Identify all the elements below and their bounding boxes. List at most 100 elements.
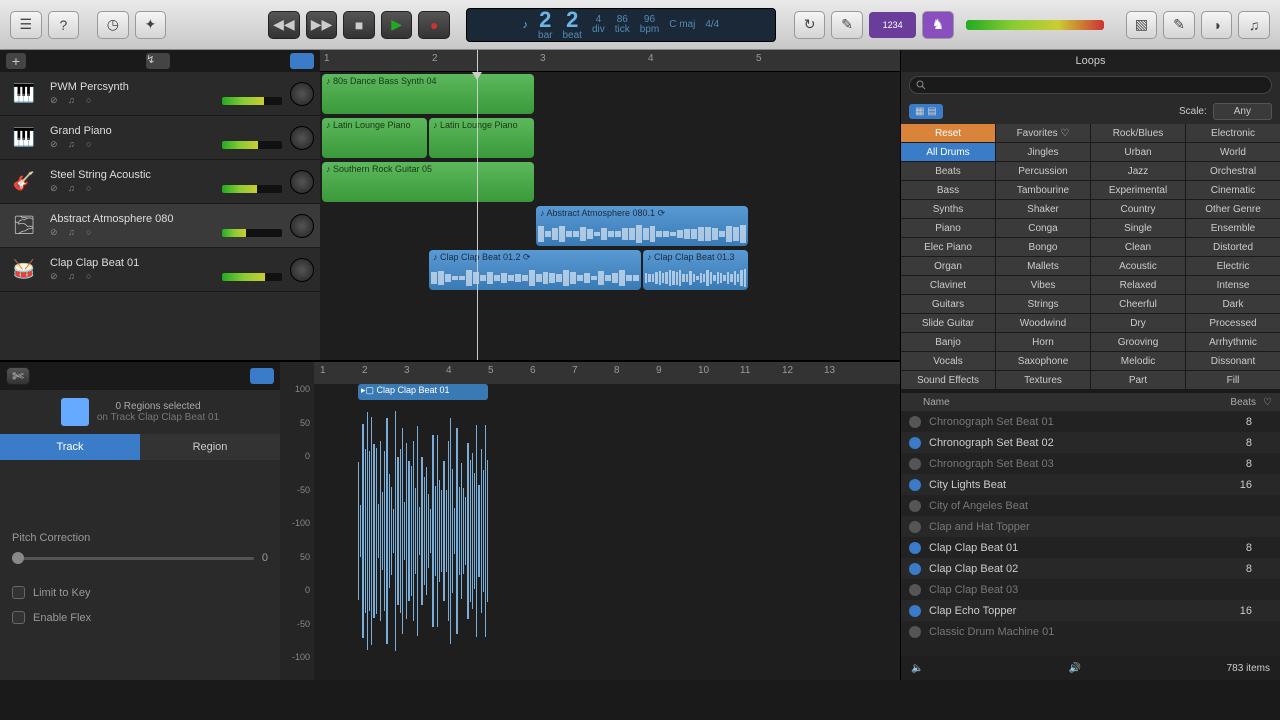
- loop-tag[interactable]: Beats: [901, 162, 995, 180]
- forward-button[interactable]: ▶▶: [306, 11, 338, 39]
- loop-tag[interactable]: Cinematic: [1186, 181, 1280, 199]
- loop-tag[interactable]: Grooving: [1091, 333, 1185, 351]
- play-button[interactable]: ▶: [381, 11, 413, 39]
- track-row[interactable]: 🎹 PWM Percsynth ⊘ ♫ ○: [0, 72, 320, 116]
- enable-flex-checkbox[interactable]: [12, 611, 25, 624]
- loop-tag[interactable]: Arrhythmic: [1186, 333, 1280, 351]
- region[interactable]: ♪ Abstract Atmosphere 080.1 ⟳: [536, 206, 748, 246]
- limit-to-key-checkbox[interactable]: [12, 586, 25, 599]
- loop-tag[interactable]: Melodic: [1091, 352, 1185, 370]
- mute-button[interactable]: ⊘: [50, 271, 64, 283]
- loop-tag[interactable]: Single: [1091, 219, 1185, 237]
- loops-search-input[interactable]: [909, 76, 1272, 94]
- cycle-button[interactable]: ↻: [794, 11, 826, 39]
- loop-list-item[interactable]: Clap Clap Beat 02 8: [901, 558, 1280, 579]
- input-monitor-button[interactable]: ○: [86, 271, 100, 283]
- loop-tag[interactable]: Piano: [901, 219, 995, 237]
- loop-tag[interactable]: Dissonant: [1186, 352, 1280, 370]
- solo-button[interactable]: ♫: [68, 183, 82, 195]
- timeline-ruler[interactable]: 12345: [320, 50, 900, 72]
- tab-region[interactable]: Region: [140, 434, 280, 460]
- region[interactable]: ♪ Clap Clap Beat 01.2 ⟳: [429, 250, 641, 290]
- loop-tag[interactable]: Sound Effects: [901, 371, 995, 389]
- loops-results-list[interactable]: Chronograph Set Beat 01 8 Chronograph Se…: [901, 411, 1280, 656]
- loop-tag[interactable]: Distorted: [1186, 238, 1280, 256]
- loop-tag[interactable]: Urban: [1091, 143, 1185, 161]
- input-monitor-button[interactable]: ○: [86, 227, 100, 239]
- list-header-beats[interactable]: Beats: [1230, 397, 1256, 408]
- loop-tag[interactable]: Jingles: [996, 143, 1090, 161]
- loop-tag[interactable]: Ensemble: [1186, 219, 1280, 237]
- input-monitor-button[interactable]: ○: [86, 139, 100, 151]
- track-row[interactable]: 🎸 Steel String Acoustic ⊘ ♫ ○: [0, 160, 320, 204]
- loop-tag[interactable]: Processed: [1186, 314, 1280, 332]
- region[interactable]: ♪ 80s Dance Bass Synth 04: [322, 74, 534, 114]
- mute-button[interactable]: ⊘: [50, 227, 64, 239]
- pitch-correction-slider[interactable]: [12, 557, 254, 560]
- solo-button[interactable]: ♫: [68, 95, 82, 107]
- list-header-name[interactable]: Name: [923, 397, 1230, 408]
- mute-button[interactable]: ⊘: [50, 183, 64, 195]
- loops-button[interactable]: ◑: [1201, 11, 1233, 39]
- pan-knob[interactable]: [290, 82, 314, 106]
- loop-tag[interactable]: Woodwind: [996, 314, 1090, 332]
- loop-tag[interactable]: Synths: [901, 200, 995, 218]
- loop-tag[interactable]: Mallets: [996, 257, 1090, 275]
- loop-tag[interactable]: Electronic: [1186, 124, 1280, 142]
- mute-button[interactable]: ⊘: [50, 139, 64, 151]
- solo-button[interactable]: ♫: [68, 139, 82, 151]
- loop-list-item[interactable]: Clap Clap Beat 03: [901, 579, 1280, 600]
- count-in-display[interactable]: 1234: [869, 12, 916, 38]
- editor-view-toggle[interactable]: [250, 368, 274, 384]
- input-monitor-button[interactable]: ○: [86, 95, 100, 107]
- record-button[interactable]: ●: [418, 11, 450, 39]
- stop-button[interactable]: ■: [343, 11, 375, 39]
- track-row[interactable]: 🥁 Clap Clap Beat 01 ⊘ ♫ ○: [0, 248, 320, 292]
- region[interactable]: ♪ Latin Lounge Piano: [322, 118, 427, 158]
- loop-tag[interactable]: Intense: [1186, 276, 1280, 294]
- preview-mute-icon[interactable]: 🔈: [911, 663, 923, 674]
- loop-tag[interactable]: Clean: [1091, 238, 1185, 256]
- input-monitor-button[interactable]: ○: [86, 183, 100, 195]
- solo-button[interactable]: ♫: [68, 271, 82, 283]
- loop-tag[interactable]: Acoustic: [1091, 257, 1185, 275]
- loop-tag[interactable]: World: [1186, 143, 1280, 161]
- loop-tag[interactable]: Bongo: [996, 238, 1090, 256]
- mute-button[interactable]: ⊘: [50, 95, 64, 107]
- loop-tag[interactable]: Dark: [1186, 295, 1280, 313]
- add-track-button[interactable]: +: [6, 53, 26, 69]
- preview-volume-icon[interactable]: 🔊: [1069, 663, 1081, 674]
- loop-tag[interactable]: Relaxed: [1091, 276, 1185, 294]
- region[interactable]: ♪ Southern Rock Guitar 05: [322, 162, 534, 202]
- loop-tag[interactable]: Jazz: [1091, 162, 1185, 180]
- loop-list-item[interactable]: Clap and Hat Topper: [901, 516, 1280, 537]
- editor-wave-area[interactable]: 12345678910111213 ▸▢ Clap Clap Beat 01: [314, 362, 900, 680]
- loop-tag[interactable]: Vibes: [996, 276, 1090, 294]
- media-button[interactable]: ♫: [1238, 11, 1270, 39]
- loop-list-item[interactable]: Chronograph Set Beat 02 8: [901, 432, 1280, 453]
- loop-tag[interactable]: Reset: [901, 124, 995, 142]
- loop-tag[interactable]: Tambourine: [996, 181, 1090, 199]
- tuner-button[interactable]: ✦: [135, 11, 167, 39]
- loop-list-item[interactable]: Clap Clap Beat 01 8: [901, 537, 1280, 558]
- playhead[interactable]: [477, 50, 478, 360]
- pan-knob[interactable]: [290, 126, 314, 150]
- editor-scissors-icon[interactable]: ✄: [6, 367, 30, 385]
- loop-tag[interactable]: Slide Guitar: [901, 314, 995, 332]
- capture-button[interactable]: ♞: [922, 11, 954, 39]
- loop-list-item[interactable]: Chronograph Set Beat 01 8: [901, 411, 1280, 432]
- loop-tag[interactable]: Fill: [1186, 371, 1280, 389]
- loop-tag[interactable]: Rock/Blues: [1091, 124, 1185, 142]
- loop-tag[interactable]: Country: [1091, 200, 1185, 218]
- pan-knob[interactable]: [290, 170, 314, 194]
- loop-tag[interactable]: Electric: [1186, 257, 1280, 275]
- loop-tag[interactable]: Organ: [901, 257, 995, 275]
- loop-list-item[interactable]: Chronograph Set Beat 03 8: [901, 453, 1280, 474]
- editor-region-header[interactable]: ▸▢ Clap Clap Beat 01: [358, 384, 488, 400]
- lcd-display[interactable]: ♪ 2bar 2beat 4div 86tick 96bpm C maj 4/4: [466, 8, 776, 42]
- loop-tag[interactable]: Bass: [901, 181, 995, 199]
- loop-tag[interactable]: Horn: [996, 333, 1090, 351]
- notes-button[interactable]: ✎: [1163, 11, 1195, 39]
- metronome-button[interactable]: ◷: [97, 11, 129, 39]
- loop-tag[interactable]: Orchestral: [1186, 162, 1280, 180]
